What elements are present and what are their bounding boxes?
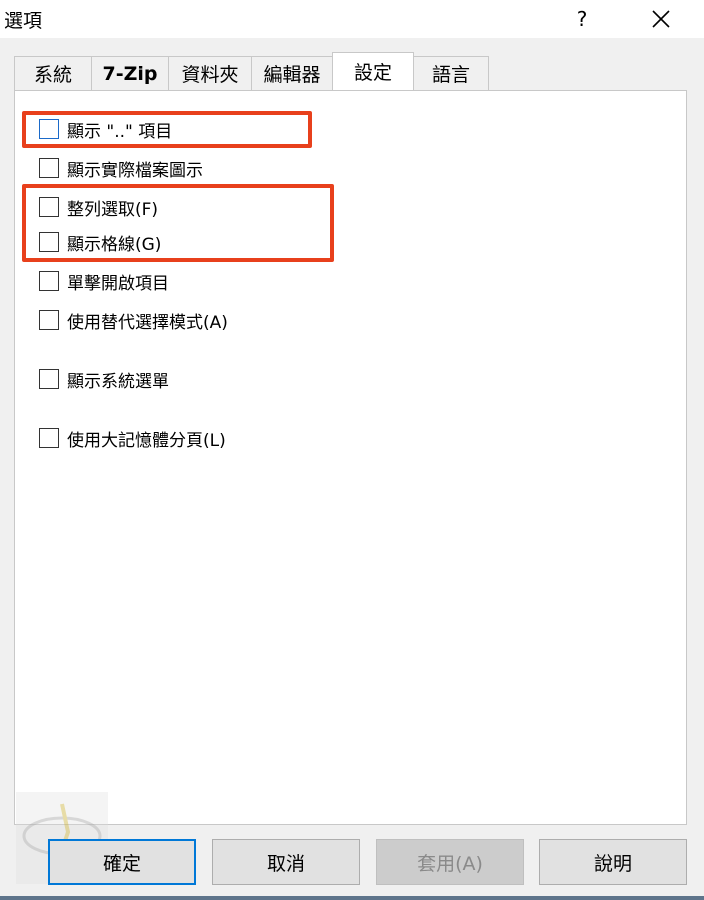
option-single-click[interactable]: 單擊開啟項目 — [39, 268, 169, 294]
tab-strip: 系統 7-Zip 資料夾 編輯器 設定 語言 — [14, 52, 489, 90]
checkbox-system-menu[interactable] — [39, 369, 59, 389]
option-system-menu[interactable]: 顯示系統選單 — [39, 366, 169, 392]
help-question-button[interactable]: ? — [560, 0, 604, 38]
checkbox-show-dotdot[interactable] — [39, 119, 59, 139]
apply-button[interactable]: 套用(A) — [376, 839, 524, 885]
option-show-grid[interactable]: 顯示格線(G) — [39, 229, 161, 255]
tab-editor[interactable]: 編輯器 — [251, 56, 333, 90]
checkbox-single-click[interactable] — [39, 271, 59, 291]
option-label: 使用大記憶體分頁(L) — [67, 430, 226, 451]
ok-button[interactable]: 確定 — [48, 839, 196, 885]
taskbar-edge — [0, 896, 704, 900]
tab-settings[interactable]: 設定 — [332, 52, 414, 90]
option-show-dotdot[interactable]: 顯示 ".." 項目 — [39, 116, 172, 142]
option-label: 顯示系統選單 — [67, 371, 169, 392]
checkbox-show-grid[interactable] — [39, 232, 59, 252]
tab-7zip[interactable]: 7-Zip — [91, 56, 169, 90]
checkbox-full-row-select[interactable] — [39, 197, 59, 217]
tab-system[interactable]: 系統 — [14, 56, 92, 90]
option-show-real-icons[interactable]: 顯示實際檔案圖示 — [39, 155, 203, 181]
checkbox-show-real-icons[interactable] — [39, 158, 59, 178]
option-label: 使用替代選擇模式(A) — [67, 312, 228, 333]
tab-language[interactable]: 語言 — [413, 56, 489, 90]
dialog-title: 選項 — [4, 10, 43, 32]
option-label: 整列選取(F) — [67, 199, 159, 220]
tab-folders[interactable]: 資料夾 — [168, 56, 252, 90]
option-full-row-select[interactable]: 整列選取(F) — [39, 194, 158, 220]
option-large-pages[interactable]: 使用大記憶體分頁(L) — [39, 425, 226, 451]
close-button[interactable] — [636, 0, 686, 38]
option-label: 顯示實際檔案圖示 — [67, 160, 203, 181]
cancel-button[interactable]: 取消 — [212, 839, 360, 885]
close-icon — [652, 10, 670, 28]
settings-panel: 顯示 ".." 項目 顯示實際檔案圖示 整列選取(F) 顯示格線(G) 單擊開啟… — [14, 90, 687, 825]
option-label: 顯示 ".." 項目 — [67, 121, 173, 142]
option-alt-selection[interactable]: 使用替代選擇模式(A) — [39, 307, 228, 333]
checkbox-large-pages[interactable] — [39, 428, 59, 448]
option-label: 單擊開啟項目 — [67, 273, 169, 294]
help-button[interactable]: 說明 — [539, 839, 687, 885]
title-bar: 選項 ? — [0, 0, 704, 38]
checkbox-alt-selection[interactable] — [39, 310, 59, 330]
option-label: 顯示格線(G) — [67, 234, 162, 255]
options-dialog: 選項 ? 系統 7-Zip 資料夾 編輯器 設定 語言 顯示 ".." 項目 顯… — [0, 0, 704, 900]
